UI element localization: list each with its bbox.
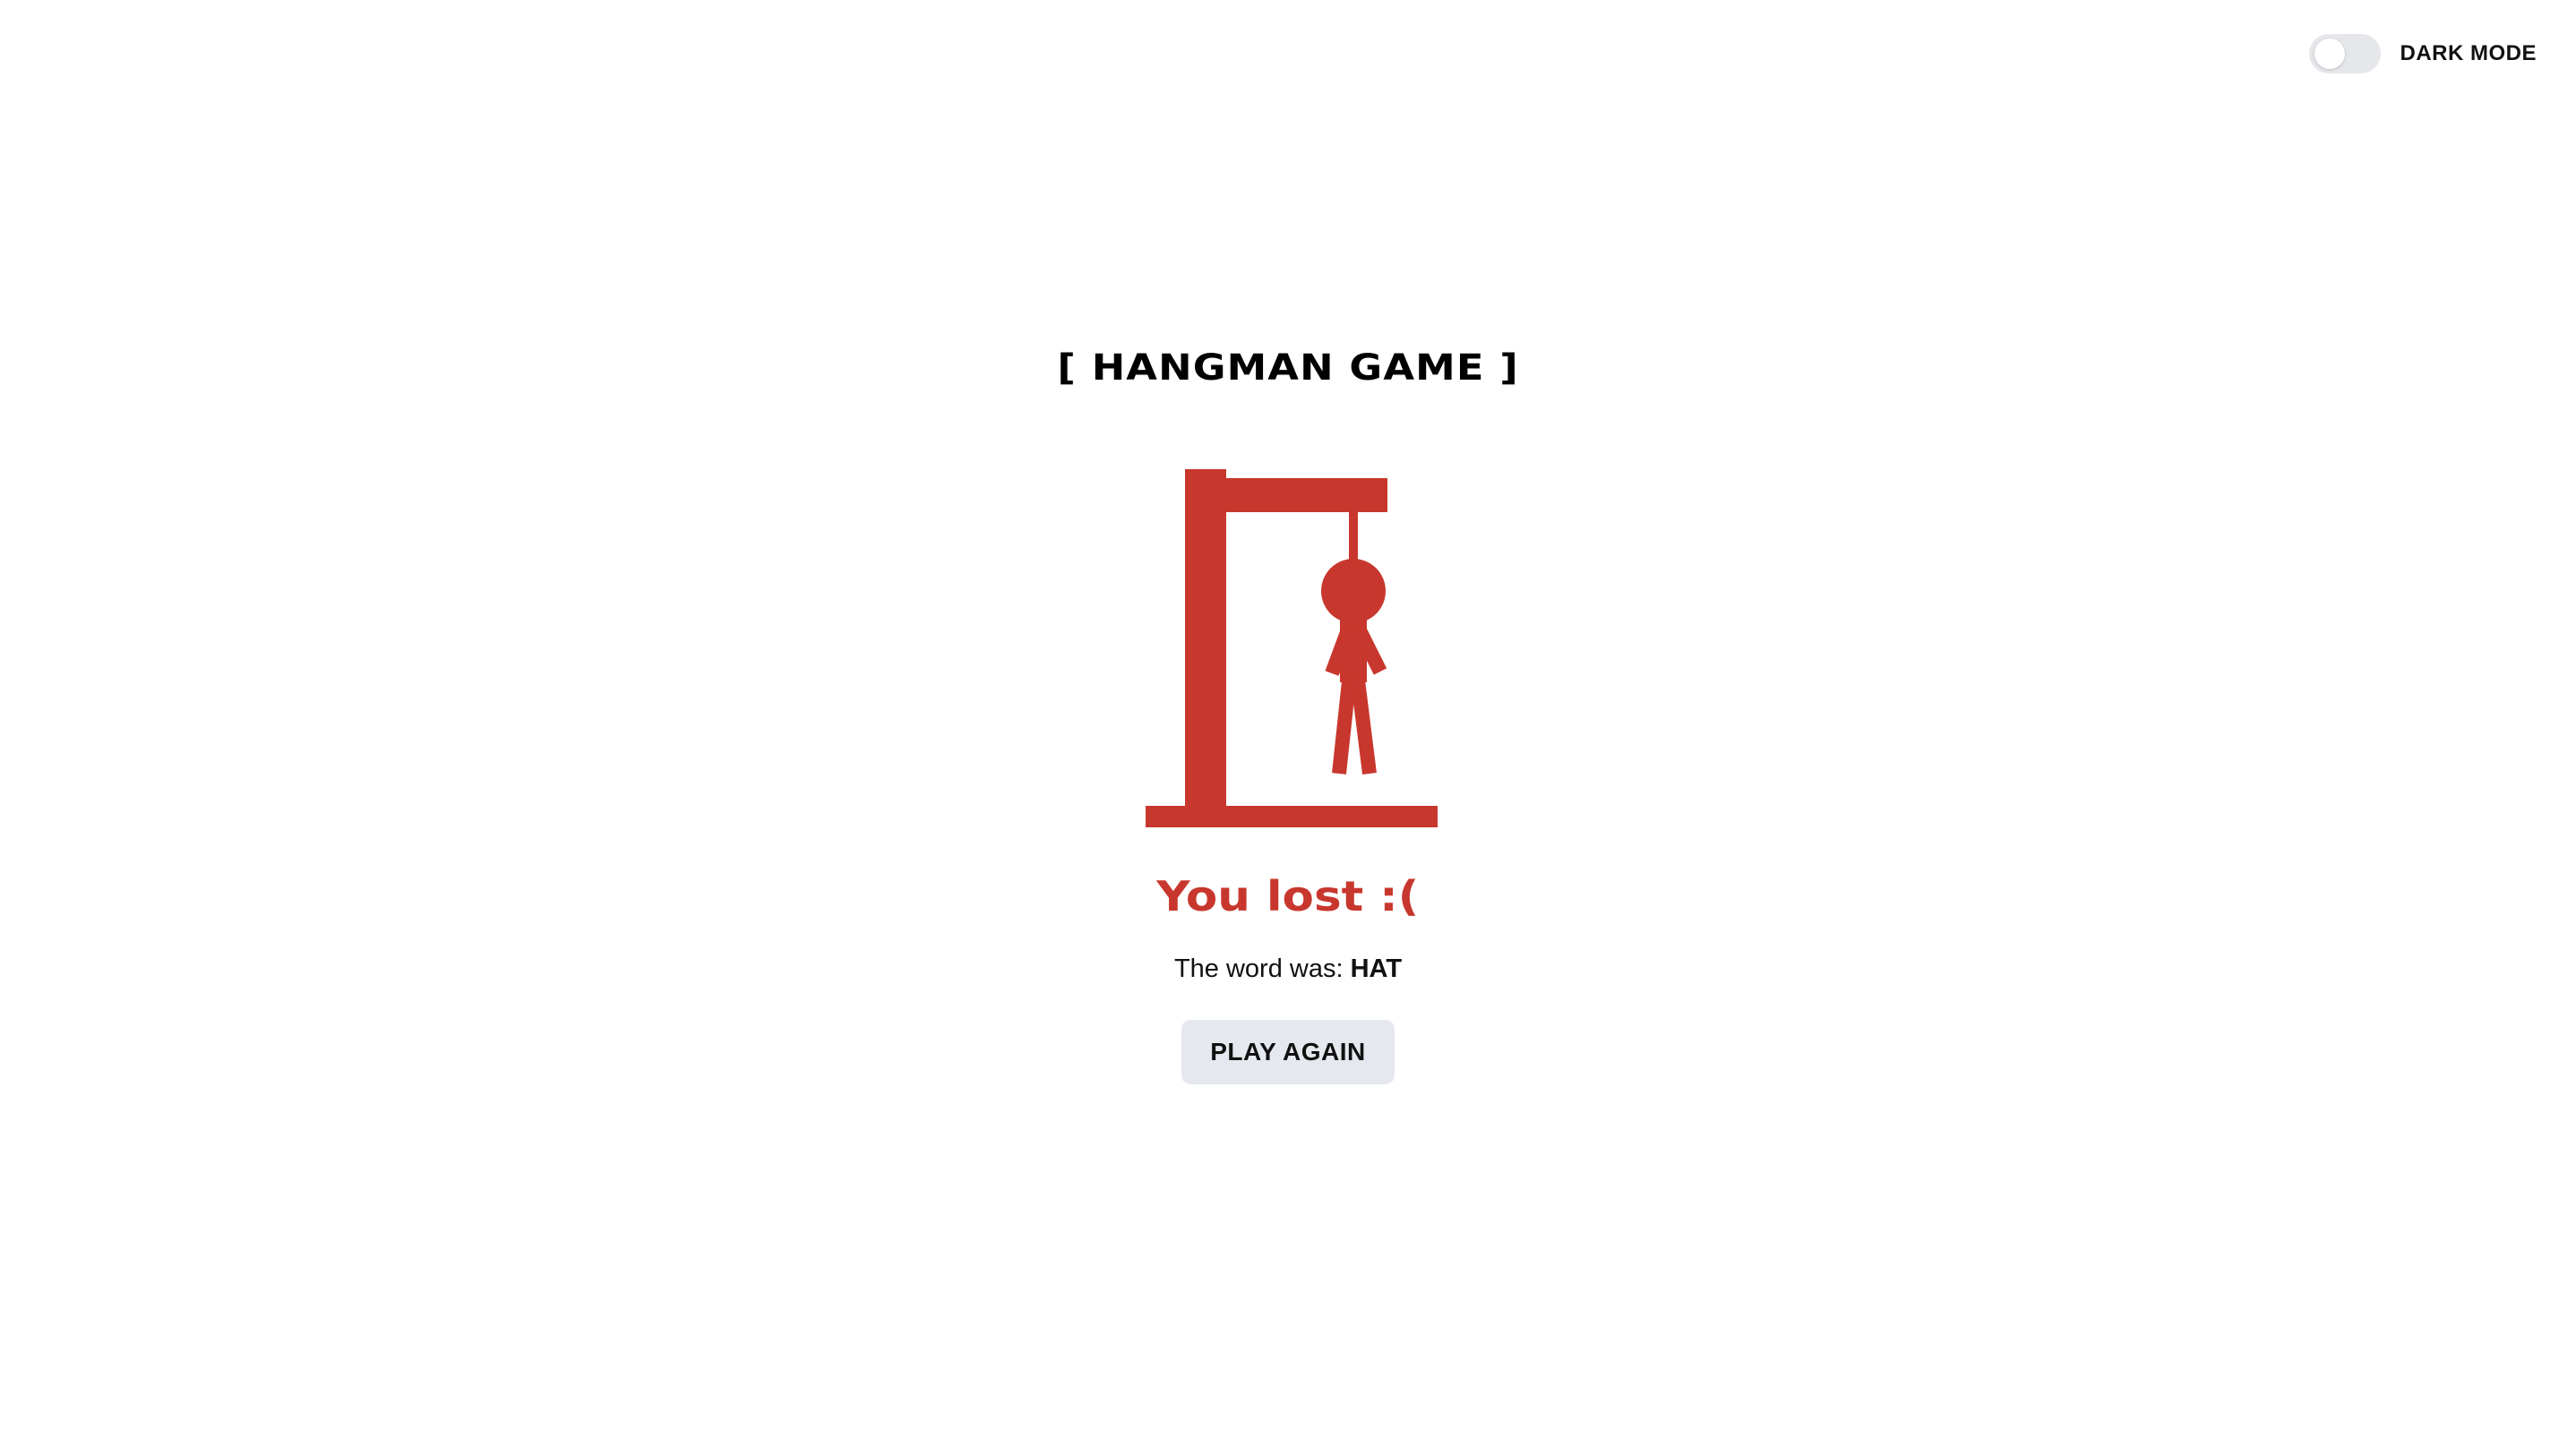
hangman-head bbox=[1321, 559, 1386, 623]
play-again-button[interactable]: PLAY AGAIN bbox=[1181, 1020, 1395, 1084]
game-container: [ HANGMAN GAME ] You lost:(The word wa… bbox=[0, 0, 2576, 1084]
gallows-pole bbox=[1185, 469, 1226, 809]
page-title: [ HANGMAN GAME ] bbox=[1057, 347, 1519, 389]
hangman-left-leg bbox=[1332, 672, 1357, 775]
page: DARK MODE [ HANGMAN GAME ] You lost:(T… bbox=[0, 0, 2576, 1438]
word-reveal: The word was: HAT bbox=[1174, 954, 1402, 984]
hangman-right-leg bbox=[1350, 672, 1377, 775]
gallows-rope bbox=[1349, 510, 1358, 561]
revealed-word: HAT bbox=[1350, 954, 1403, 983]
hangman-figure bbox=[1146, 469, 1438, 827]
word-prefix: The word was: bbox=[1173, 954, 1344, 983]
gallows-beam bbox=[1185, 478, 1387, 512]
result-message: You lost :( bbox=[1156, 872, 1420, 920]
